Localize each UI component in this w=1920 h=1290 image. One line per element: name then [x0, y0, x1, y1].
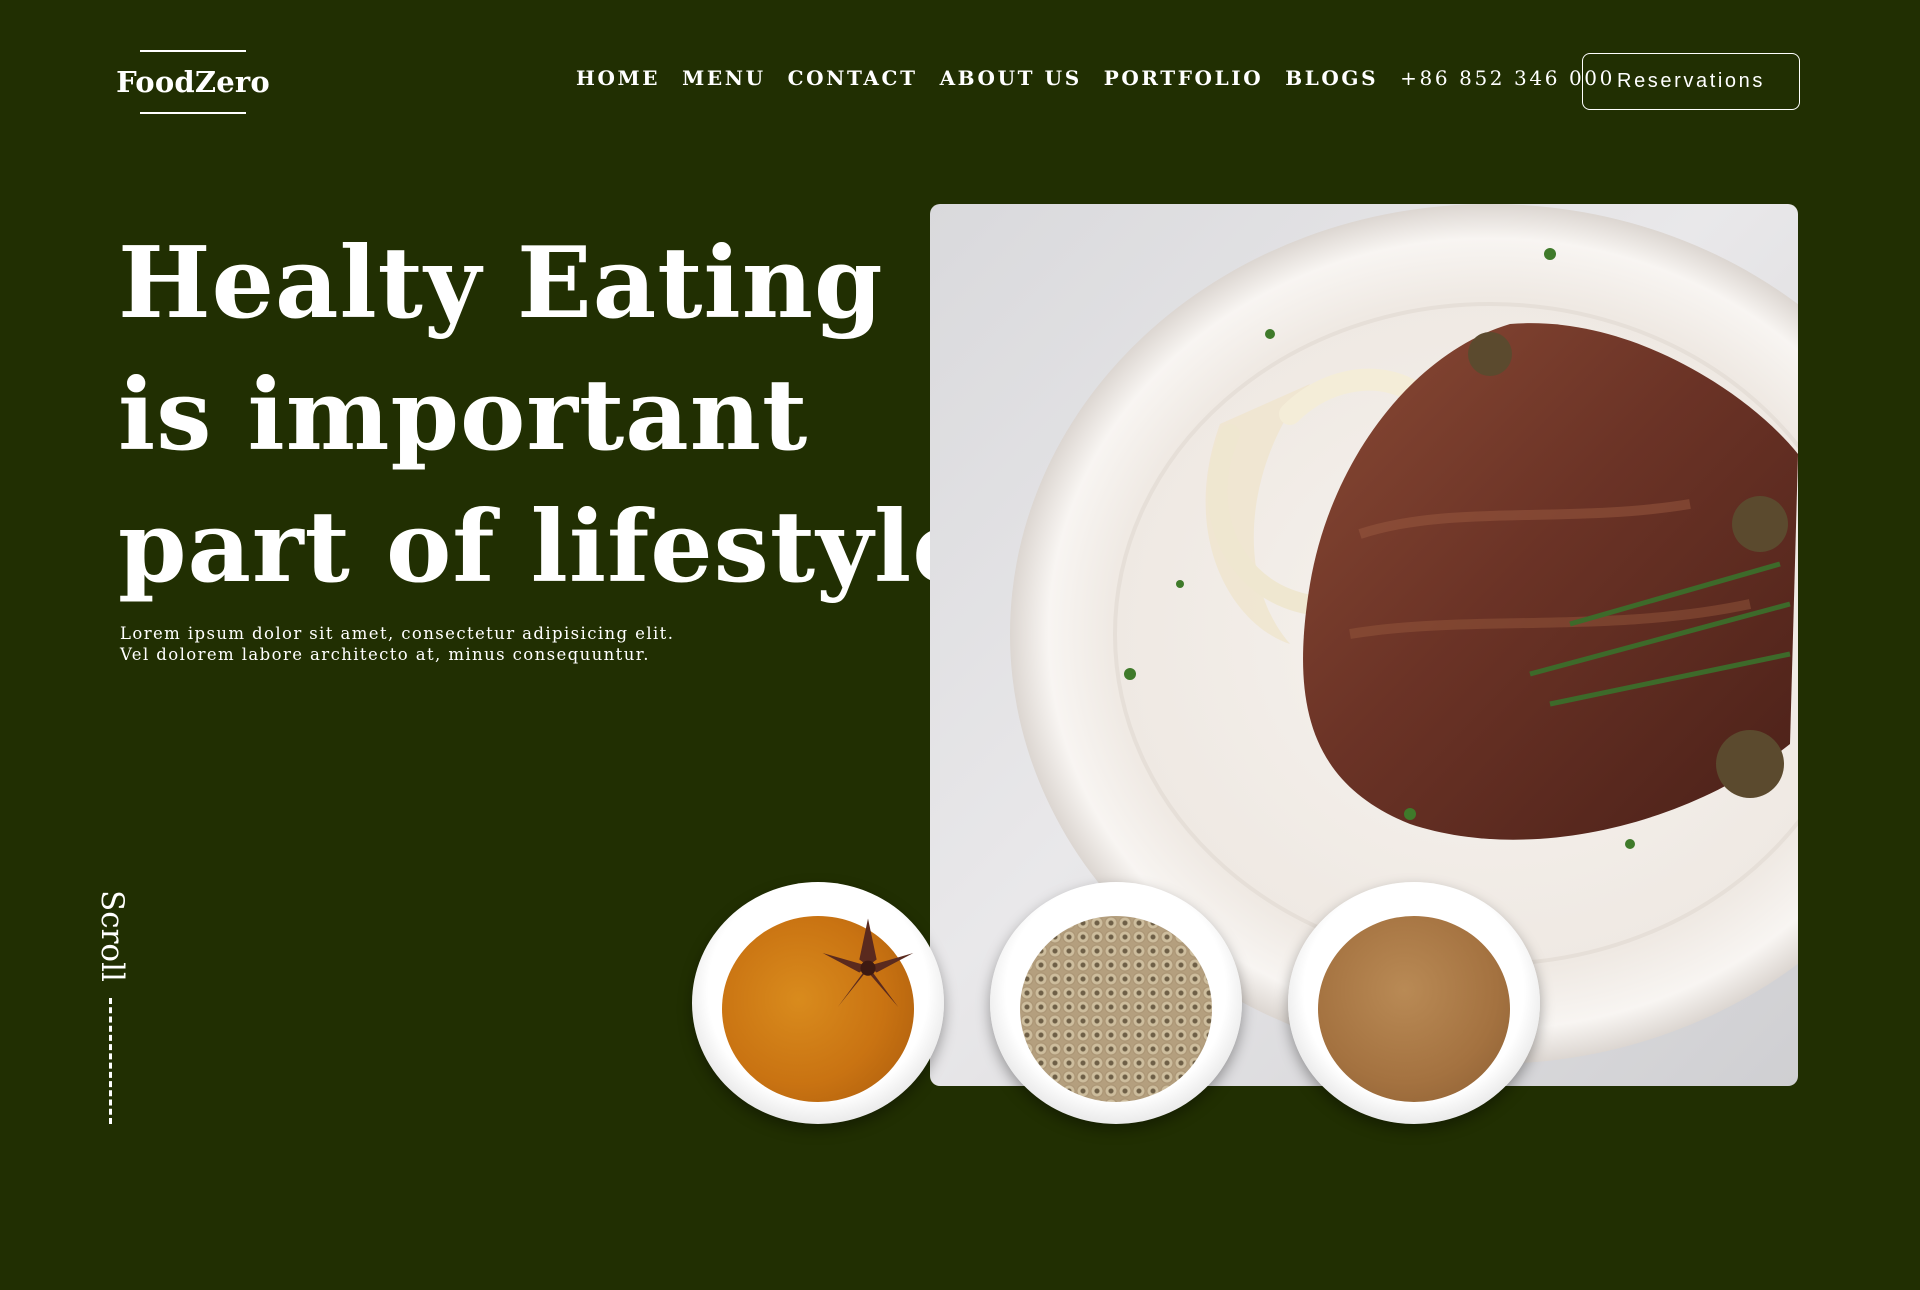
spice-bowl-turmeric — [692, 882, 944, 1124]
scroll-label: Scroll — [94, 890, 130, 982]
hero-description: Lorem ipsum dolor sit amet, consectetur … — [120, 623, 760, 665]
nav-portfolio[interactable]: PORTFOLIO — [1104, 66, 1263, 90]
scroll-dashed-line — [109, 998, 112, 1124]
white-peppercorns — [1020, 916, 1212, 1102]
logo-text: FoodZero — [116, 65, 270, 99]
hero-title: Healty Eating is important part of lifes… — [118, 218, 976, 614]
nav-contact[interactable]: CONTACT — [788, 66, 918, 90]
landing-page: FoodZero HOME MENU CONTACT ABOUT US PORT… — [0, 0, 1920, 1290]
hero-description-line: Vel dolorem labore architecto at, minus … — [120, 645, 650, 664]
nav-menu[interactable]: MENU — [682, 66, 766, 90]
ground-spice — [1318, 916, 1510, 1102]
star-anise-icon — [822, 918, 914, 1008]
spice-bowl-pepper — [990, 882, 1242, 1124]
nav-home[interactable]: HOME — [576, 66, 660, 90]
nav-about-us[interactable]: ABOUT US — [940, 66, 1082, 90]
hero-title-line: is important — [118, 358, 809, 473]
hero-title-line: Healty Eating — [118, 226, 884, 341]
hero-description-line: Lorem ipsum dolor sit amet, consectetur … — [120, 624, 675, 643]
scroll-indicator[interactable]: Scroll — [92, 890, 132, 1240]
hero-title-line: part of lifestyle — [118, 490, 976, 605]
logo[interactable]: FoodZero — [116, 50, 270, 114]
main-nav: HOME MENU CONTACT ABOUT US PORTFOLIO BLO… — [576, 66, 1615, 90]
spice-bowl-cumin — [1288, 882, 1540, 1124]
nav-blogs[interactable]: BLOGS — [1285, 66, 1378, 90]
reservations-button[interactable]: Reservations — [1582, 53, 1800, 110]
